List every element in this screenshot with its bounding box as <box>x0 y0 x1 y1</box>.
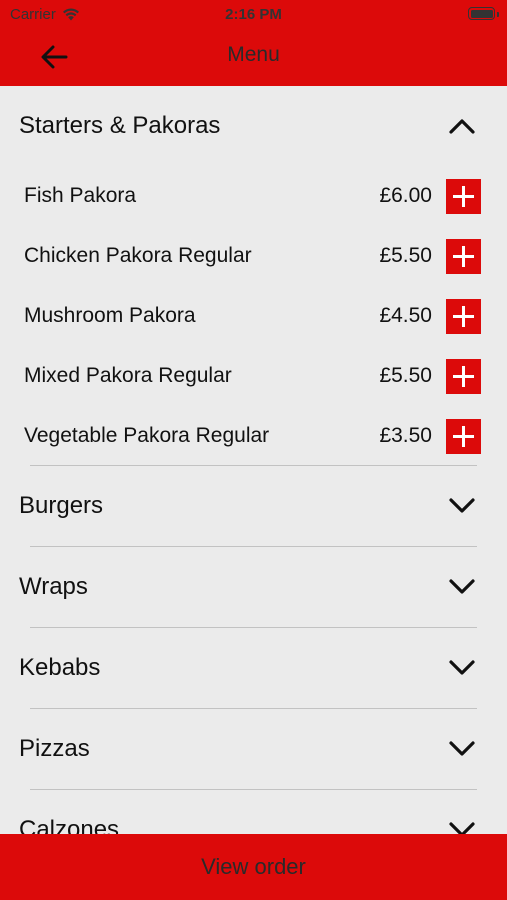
page-title: Menu <box>227 43 280 66</box>
back-button[interactable] <box>32 38 76 76</box>
menu-item: Mushroom Pakora £4.50 <box>0 286 507 346</box>
item-price: £4.50 <box>379 304 432 327</box>
item-name: Mushroom Pakora <box>24 304 196 327</box>
chevron-down-icon <box>449 579 475 594</box>
chevron-up-icon <box>449 119 475 134</box>
status-time: 2:16 PM <box>225 6 282 23</box>
menu-item: Chicken Pakora Regular £5.50 <box>0 226 507 286</box>
status-bar: Carrier 2:16 PM <box>0 0 507 28</box>
navigation-bar: Menu <box>0 28 507 86</box>
section-title: Burgers <box>19 492 104 519</box>
item-name: Chicken Pakora Regular <box>24 244 252 267</box>
arrow-left-icon <box>41 45 68 69</box>
item-price: £6.00 <box>379 184 432 207</box>
section-header-calzones[interactable]: Calzones <box>0 790 507 834</box>
chevron-down-icon <box>449 822 475 834</box>
menu-item: Fish Pakora £6.00 <box>0 166 507 226</box>
section-header-starters-pakoras[interactable]: Starters & Pakoras <box>0 86 507 166</box>
section-title: Kebabs <box>19 654 101 681</box>
chevron-down-icon <box>449 498 475 513</box>
item-name: Vegetable Pakora Regular <box>24 424 270 447</box>
add-item-button[interactable] <box>446 299 481 334</box>
section-title: Wraps <box>19 573 88 600</box>
add-item-button[interactable] <box>446 239 481 274</box>
menu-list[interactable]: Starters & Pakoras Fish Pakora £6.00 Chi… <box>0 86 507 834</box>
view-order-button[interactable]: View order <box>0 834 507 900</box>
section-title: Pizzas <box>19 735 90 762</box>
add-item-button[interactable] <box>446 359 481 394</box>
item-price: £5.50 <box>379 364 432 387</box>
chevron-down-icon <box>449 660 475 675</box>
menu-item: Mixed Pakora Regular £5.50 <box>0 346 507 406</box>
add-item-button[interactable] <box>446 419 481 454</box>
section-header-pizzas[interactable]: Pizzas <box>0 709 507 789</box>
chevron-down-icon <box>449 741 475 756</box>
item-price: £3.50 <box>379 424 432 447</box>
section-header-wraps[interactable]: Wraps <box>0 547 507 627</box>
section-items-starters-pakoras: Fish Pakora £6.00 Chicken Pakora Regular… <box>0 166 507 466</box>
menu-item: Vegetable Pakora Regular £3.50 <box>0 406 507 466</box>
section-title: Calzones <box>19 816 120 834</box>
item-name: Mixed Pakora Regular <box>24 364 232 387</box>
item-price: £5.50 <box>379 244 432 267</box>
item-name: Fish Pakora <box>24 184 137 207</box>
add-item-button[interactable] <box>446 179 481 214</box>
header-bar: Carrier 2:16 PM Menu <box>0 0 507 86</box>
battery-icon <box>468 7 499 20</box>
section-header-burgers[interactable]: Burgers <box>0 466 507 546</box>
view-order-label: View order <box>201 854 306 879</box>
section-header-kebabs[interactable]: Kebabs <box>0 628 507 708</box>
section-title: Starters & Pakoras <box>19 112 221 139</box>
